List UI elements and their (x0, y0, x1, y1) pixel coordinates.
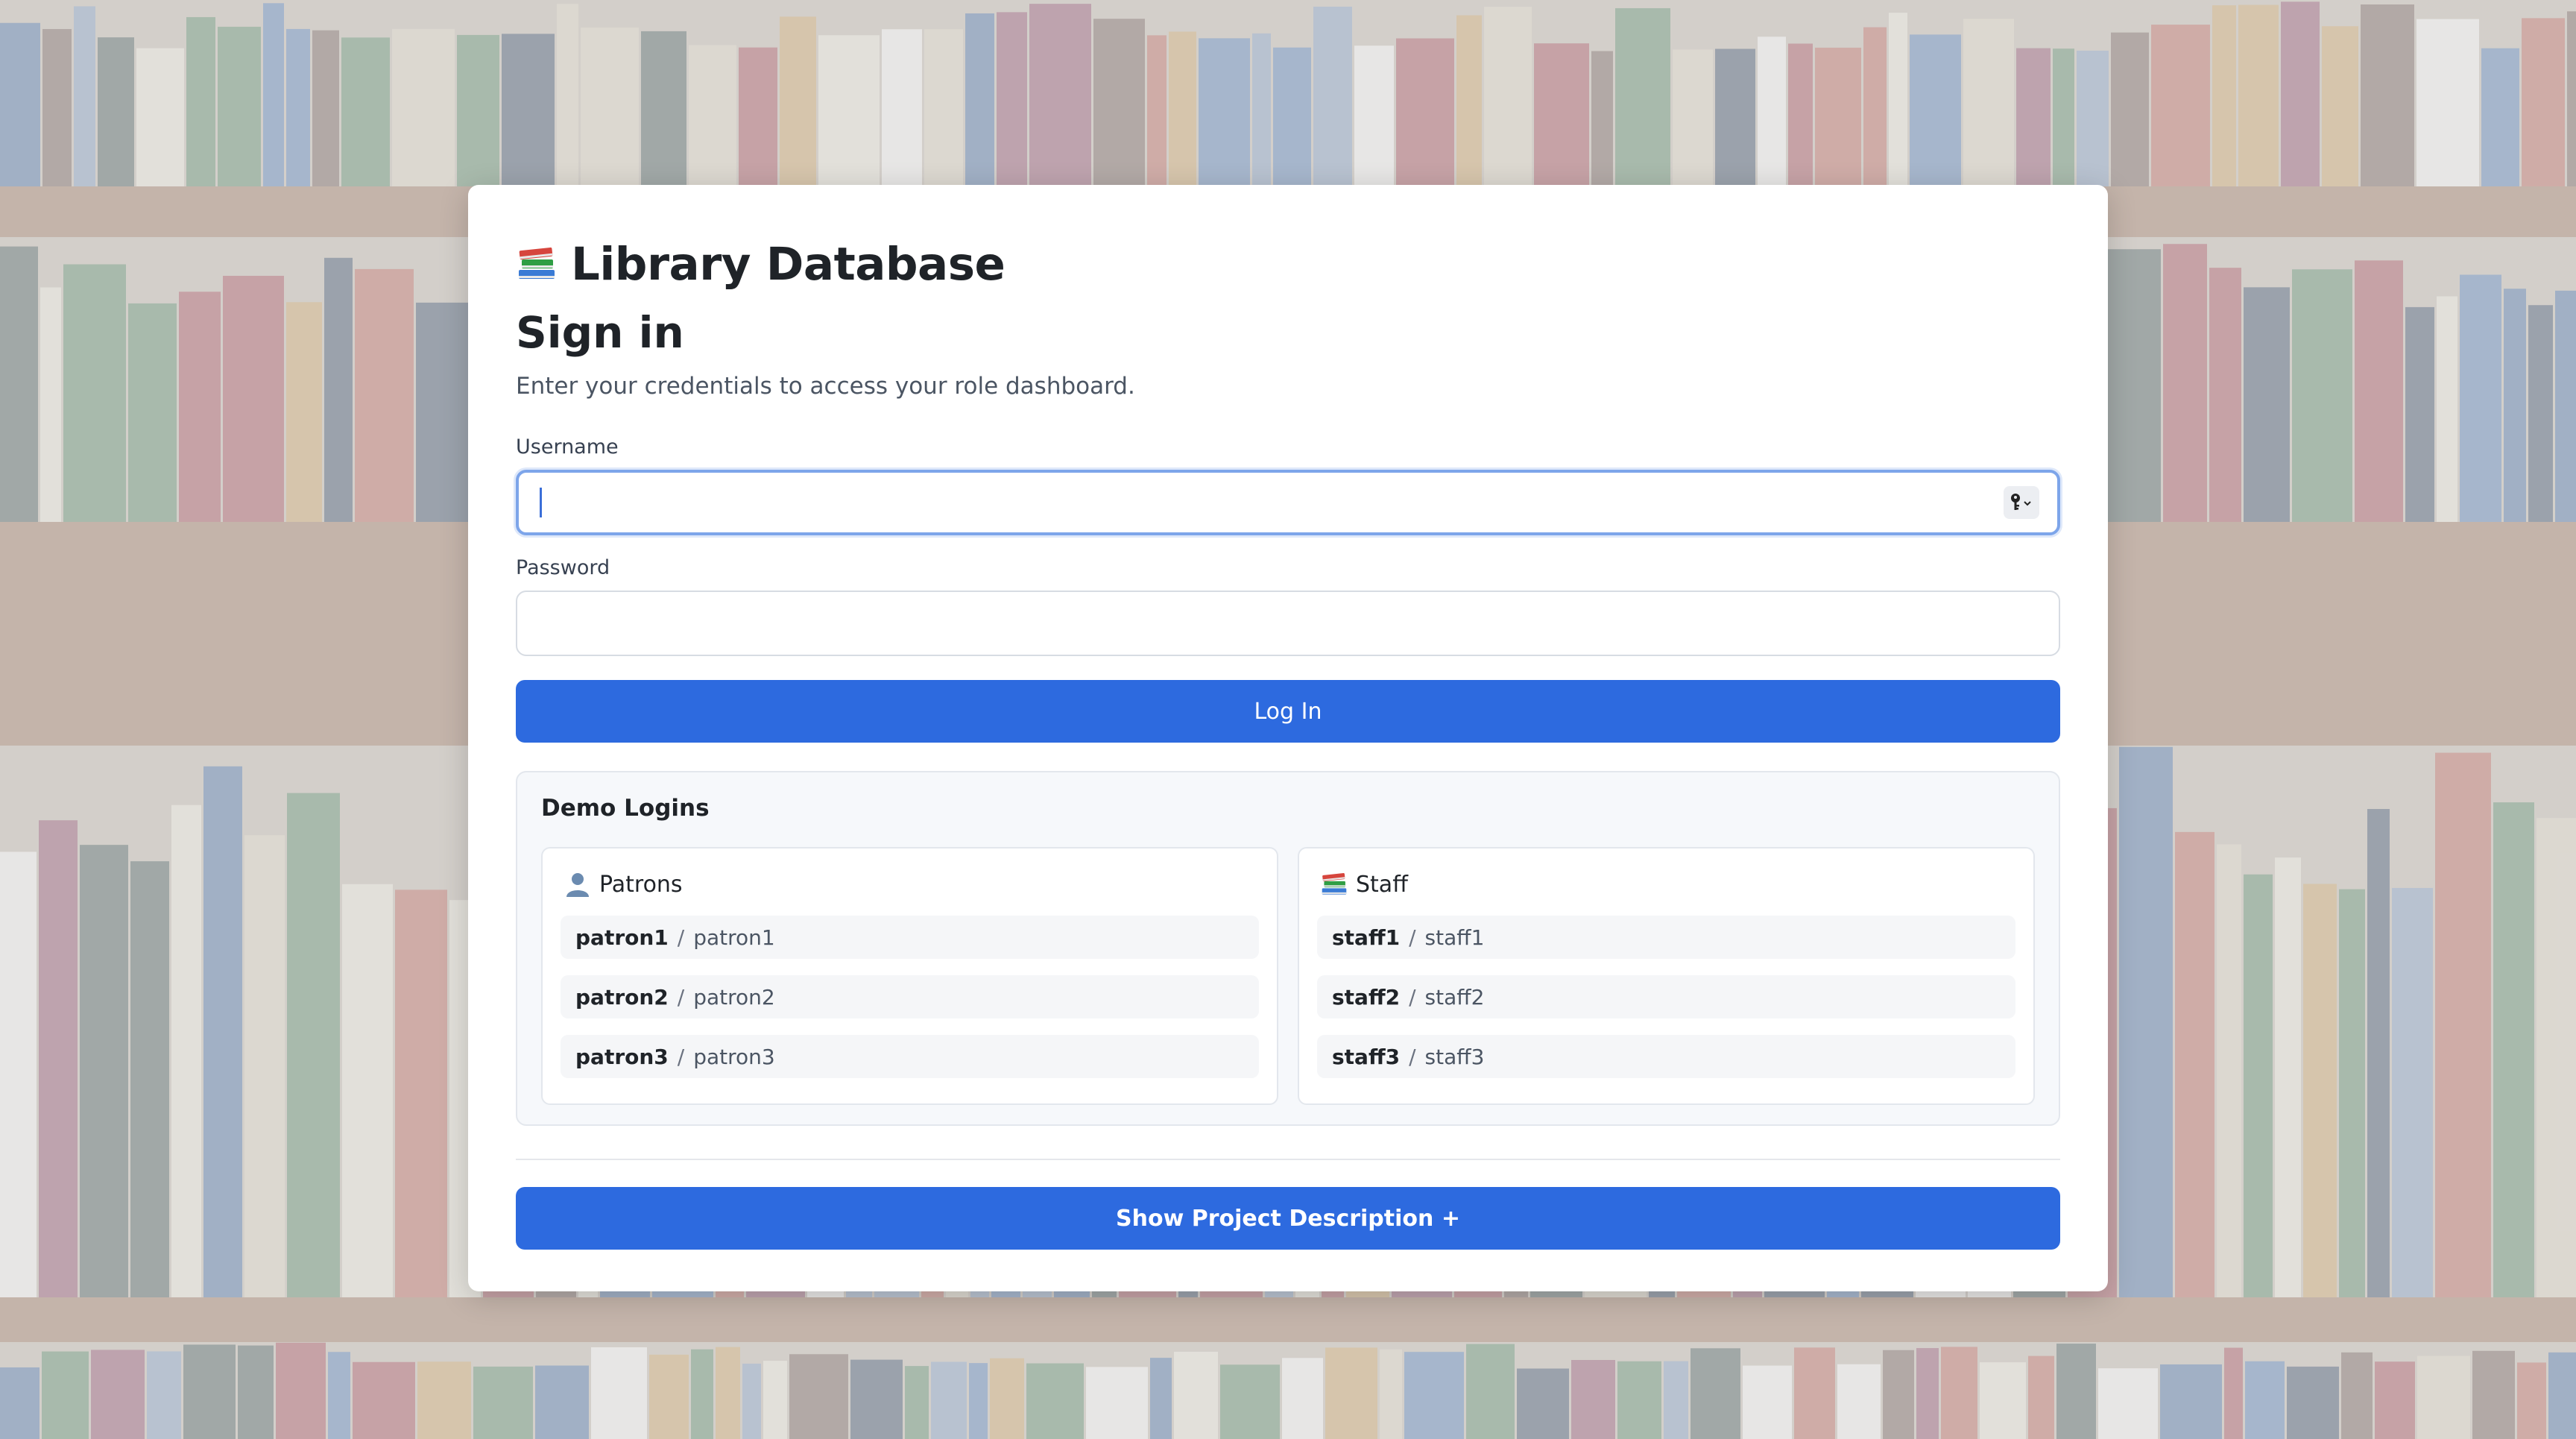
credential-password: staff2 (1424, 984, 1485, 1010)
credential-password: staff1 (1424, 925, 1485, 950)
patrons-header: Patrons (564, 869, 1259, 899)
credential-password: patron3 (693, 1044, 775, 1069)
credential-username: staff2 (1332, 984, 1401, 1010)
patron-credential-row[interactable]: patron1 / patron1 (561, 916, 1259, 959)
patrons-label: Patrons (599, 871, 683, 898)
text-caret (540, 488, 542, 517)
credential-separator: / (677, 984, 685, 1010)
credential-separator: / (1409, 925, 1416, 950)
staff-header: Staff (1320, 869, 2015, 899)
patrons-column: Patrons patron1 / patron1 patron2 / patr… (541, 847, 1278, 1105)
password-label: Password (516, 556, 610, 579)
brand-header: Library Database (516, 237, 2060, 291)
books-icon (516, 243, 558, 285)
credential-username: patron2 (575, 984, 669, 1010)
credential-username: patron3 (575, 1044, 669, 1069)
credential-separator: / (677, 925, 685, 950)
credential-username: staff3 (1332, 1044, 1401, 1069)
signin-subtitle: Enter your credentials to access your ro… (516, 373, 1135, 400)
username-field-wrap (516, 470, 2060, 535)
staff-credential-row[interactable]: staff1 / staff1 (1317, 916, 2015, 959)
password-input[interactable] (516, 591, 2060, 656)
demo-logins-panel: Demo Logins Patrons patron1 / patron1 pa… (516, 771, 2060, 1126)
login-card: Library Database Sign in Enter your cred… (468, 185, 2108, 1291)
credential-separator: / (677, 1044, 685, 1069)
staff-label: Staff (1356, 871, 1408, 898)
credential-password: staff3 (1424, 1044, 1485, 1069)
credential-separator: / (1409, 1044, 1416, 1069)
credential-separator: / (1409, 984, 1416, 1010)
staff-credential-row[interactable]: staff3 / staff3 (1317, 1035, 2015, 1078)
credential-username: staff1 (1332, 925, 1401, 950)
credential-password: patron2 (693, 984, 775, 1010)
password-manager-key-icon[interactable] (2004, 486, 2039, 519)
person-icon (564, 870, 592, 898)
signin-heading: Sign in (516, 307, 684, 358)
demo-logins-title: Demo Logins (541, 795, 710, 822)
password-field-wrap (516, 591, 2060, 656)
credential-password: patron1 (693, 925, 775, 950)
patron-credential-row[interactable]: patron3 / patron3 (561, 1035, 1259, 1078)
app-title: Library Database (571, 237, 1006, 291)
staff-credential-row[interactable]: staff2 / staff2 (1317, 975, 2015, 1018)
books-icon (1320, 870, 1348, 898)
login-button[interactable]: Log In (516, 680, 2060, 743)
username-input[interactable] (516, 470, 2060, 535)
credential-username: patron1 (575, 925, 669, 950)
patron-credential-row[interactable]: patron2 / patron2 (561, 975, 1259, 1018)
username-label: Username (516, 435, 619, 459)
show-project-description-button[interactable]: Show Project Description + (516, 1187, 2060, 1250)
staff-column: Staff staff1 / staff1 staff2 / staff2 st… (1298, 847, 2035, 1105)
section-divider (516, 1159, 2060, 1160)
demo-columns: Patrons patron1 / patron1 patron2 / patr… (541, 847, 2035, 1105)
